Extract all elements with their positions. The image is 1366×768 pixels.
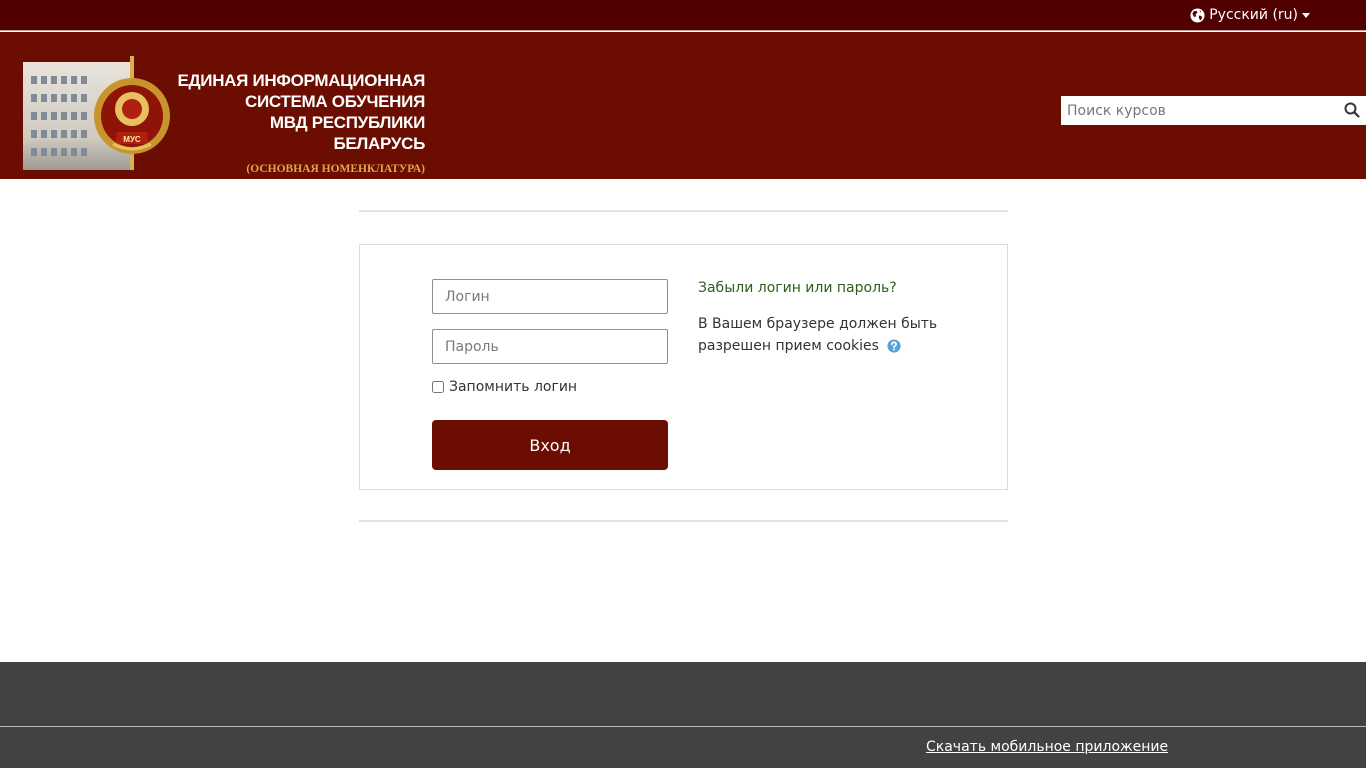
mobile-app-link[interactable]: Скачать мобильное приложение xyxy=(926,739,1168,755)
username-field[interactable] xyxy=(432,279,668,314)
logo-line: СИСТЕМА ОБУЧЕНИЯ xyxy=(244,92,425,111)
forgot-password-link[interactable]: Забыли логин или пароль? xyxy=(698,280,897,296)
remember-login-label: Запомнить логин xyxy=(449,379,578,395)
search-icon[interactable] xyxy=(1344,102,1360,118)
logo-text: ЕДИНАЯ ИНФОРМАЦИОННАЯ СИСТЕМА ОБУЧЕНИЯ М… xyxy=(175,70,425,175)
remember-login[interactable]: Запомнить логин xyxy=(432,379,577,395)
cookies-notice: В Вашем браузере должен быть разрешен пр… xyxy=(698,313,948,357)
emblem-icon: МУС xyxy=(94,56,170,170)
site-logo[interactable]: МУС ЕДИНАЯ ИНФОРМАЦИОННАЯ СИСТЕМА ОБУЧЕН… xyxy=(23,54,428,175)
question-circle-icon[interactable] xyxy=(887,339,901,353)
logo-line: МВД РЕСПУБЛИКИ БЕЛАРУСЬ xyxy=(269,113,425,153)
language-label: Русский ‎(ru)‎ xyxy=(1209,7,1298,23)
login-panel: Запомнить логин Вход Забыли логин или па… xyxy=(359,244,1008,490)
footer-divider xyxy=(0,726,1366,727)
top-navbar: Русский ‎(ru)‎ xyxy=(0,0,1366,31)
globe-icon xyxy=(1190,7,1205,23)
course-search xyxy=(1061,96,1366,125)
page-footer: Скачать мобильное приложение xyxy=(0,662,1366,768)
divider xyxy=(359,520,1008,522)
emblem-label: МУС xyxy=(123,135,141,144)
remember-login-checkbox[interactable] xyxy=(432,381,444,393)
course-search-input[interactable] xyxy=(1061,96,1336,125)
language-menu[interactable]: Русский ‎(ru)‎ xyxy=(1190,7,1310,23)
password-field[interactable] xyxy=(432,329,668,364)
logo-line: ЕДИНАЯ ИНФОРМАЦИОННАЯ xyxy=(177,71,425,90)
login-button[interactable]: Вход xyxy=(432,420,668,470)
caret-down-icon xyxy=(1302,13,1310,18)
cookies-notice-text: В Вашем браузере должен быть разрешен пр… xyxy=(698,316,938,354)
divider xyxy=(359,210,1008,212)
logo-subtitle: (ОСНОВНАЯ НОМЕНКЛАТУРА) xyxy=(246,163,425,175)
